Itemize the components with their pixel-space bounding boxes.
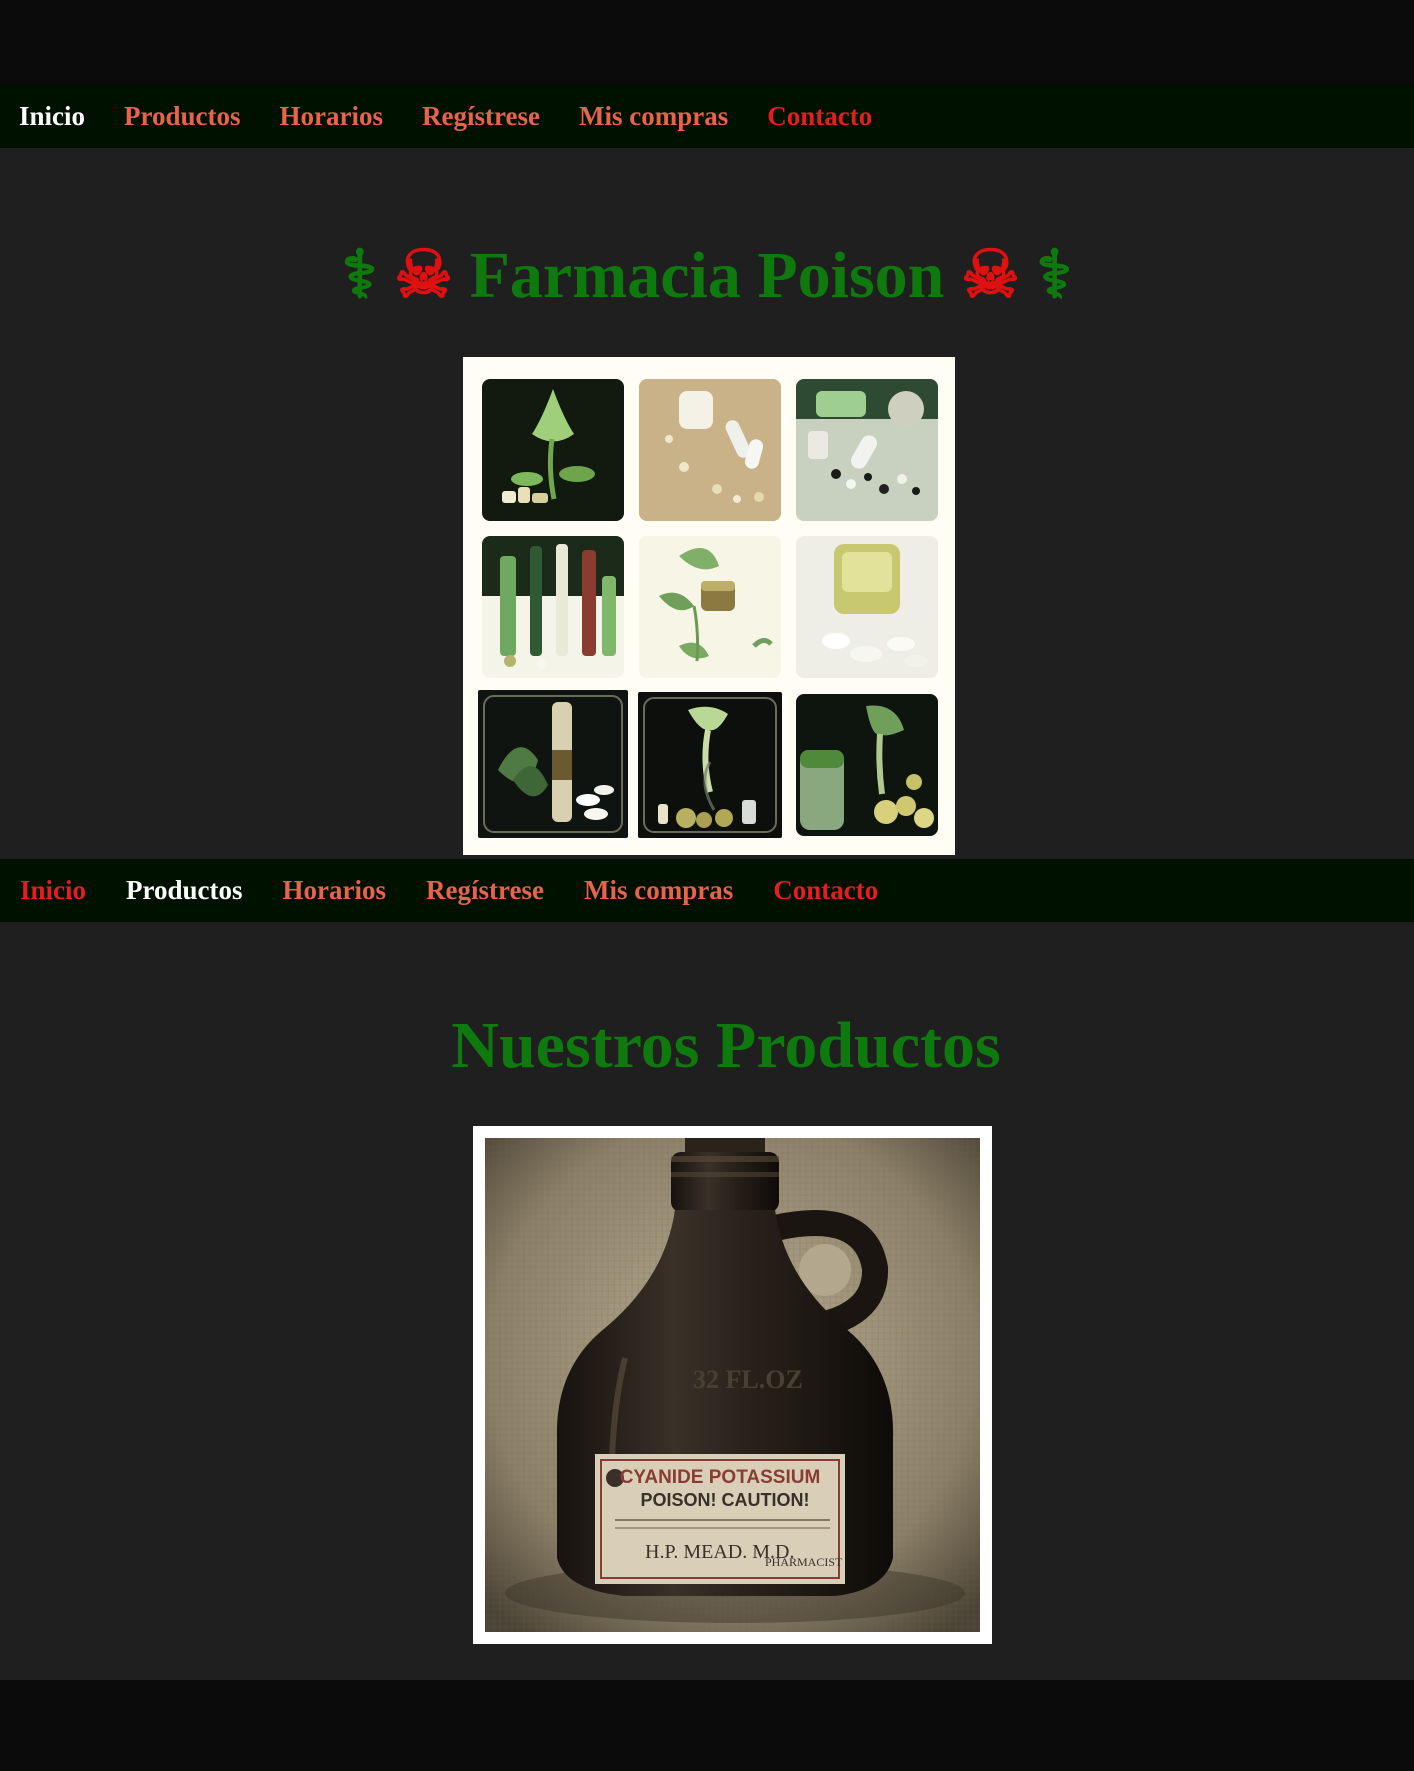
embossed-volume: 32 FL.OZ xyxy=(693,1365,803,1394)
nav-registrese-link[interactable]: Regístrese xyxy=(426,875,544,906)
nav-horarios-link[interactable]: Horarios xyxy=(283,875,386,906)
hero-section: ⚕ ☠ Farmacia Poison ☠ ⚕ xyxy=(0,148,1414,859)
skull-crossbones-icon: ☠ xyxy=(393,239,454,312)
collage-tile-mushroom-pills xyxy=(482,379,624,521)
nav-contacto-link[interactable]: Contacto xyxy=(767,101,872,132)
cyanide-bottle-image: 32 FL.OZ CYANIDE POTASSIUM POISON! CAUTI… xyxy=(473,1126,992,1644)
bottle-label-caution: POISON! CAUTION! xyxy=(641,1490,810,1510)
site-title-text: Farmacia Poison xyxy=(469,239,945,312)
cyanide-bottle-photo: 32 FL.OZ CYANIDE POTASSIUM POISON! CAUTI… xyxy=(485,1138,980,1632)
nav-mis-compras-link[interactable]: Mis compras xyxy=(584,875,733,906)
collage-tile-mushroom-smoke xyxy=(638,692,782,838)
site-title: ⚕ ☠ Farmacia Poison ☠ ⚕ xyxy=(0,236,1414,316)
bottle-label-cyanide: CYANIDE POTASSIUM xyxy=(620,1467,821,1488)
nav-contacto-link[interactable]: Contacto xyxy=(773,875,878,906)
top-nav: Inicio Productos Horarios Regístrese Mis… xyxy=(0,85,1414,148)
caduceus-icon: ⚕ xyxy=(341,239,378,312)
collage-tile-yellow-jar xyxy=(796,536,938,678)
bottle-label-pharmacist: PHARMACIST xyxy=(765,1555,843,1569)
collage-tile-vials xyxy=(482,536,624,678)
skull-crossbones-icon: ☠ xyxy=(960,239,1021,312)
hero-collage-image xyxy=(463,357,955,855)
nav-inicio-link[interactable]: Inicio xyxy=(19,101,85,132)
products-nav: Inicio Productos Horarios Regístrese Mis… xyxy=(0,859,1414,922)
collage-tile-leaves-jar xyxy=(639,536,781,678)
products-section: Nuestros Productos 32 FL.OZ CYANIDE POTA… xyxy=(0,922,1414,1680)
collage-tile-sand-pills xyxy=(639,379,781,521)
page: Inicio Productos Horarios Regístrese Mis… xyxy=(0,0,1414,1771)
nav-productos-link[interactable]: Productos xyxy=(124,101,241,132)
caduceus-icon: ⚕ xyxy=(1036,239,1073,312)
nav-registrese-link[interactable]: Regístrese xyxy=(422,101,540,132)
products-title: Nuestros Productos xyxy=(451,1009,1001,1082)
nav-horarios-link[interactable]: Horarios xyxy=(280,101,383,132)
nav-inicio-link[interactable]: Inicio xyxy=(20,875,86,906)
nav-productos-link[interactable]: Productos xyxy=(126,875,243,906)
nav-mis-compras-link[interactable]: Mis compras xyxy=(579,101,728,132)
collage-tile-capsules xyxy=(796,379,938,521)
collage-tile-dark-bottle xyxy=(478,690,628,838)
collage-tile-green-mushroom xyxy=(796,694,938,836)
